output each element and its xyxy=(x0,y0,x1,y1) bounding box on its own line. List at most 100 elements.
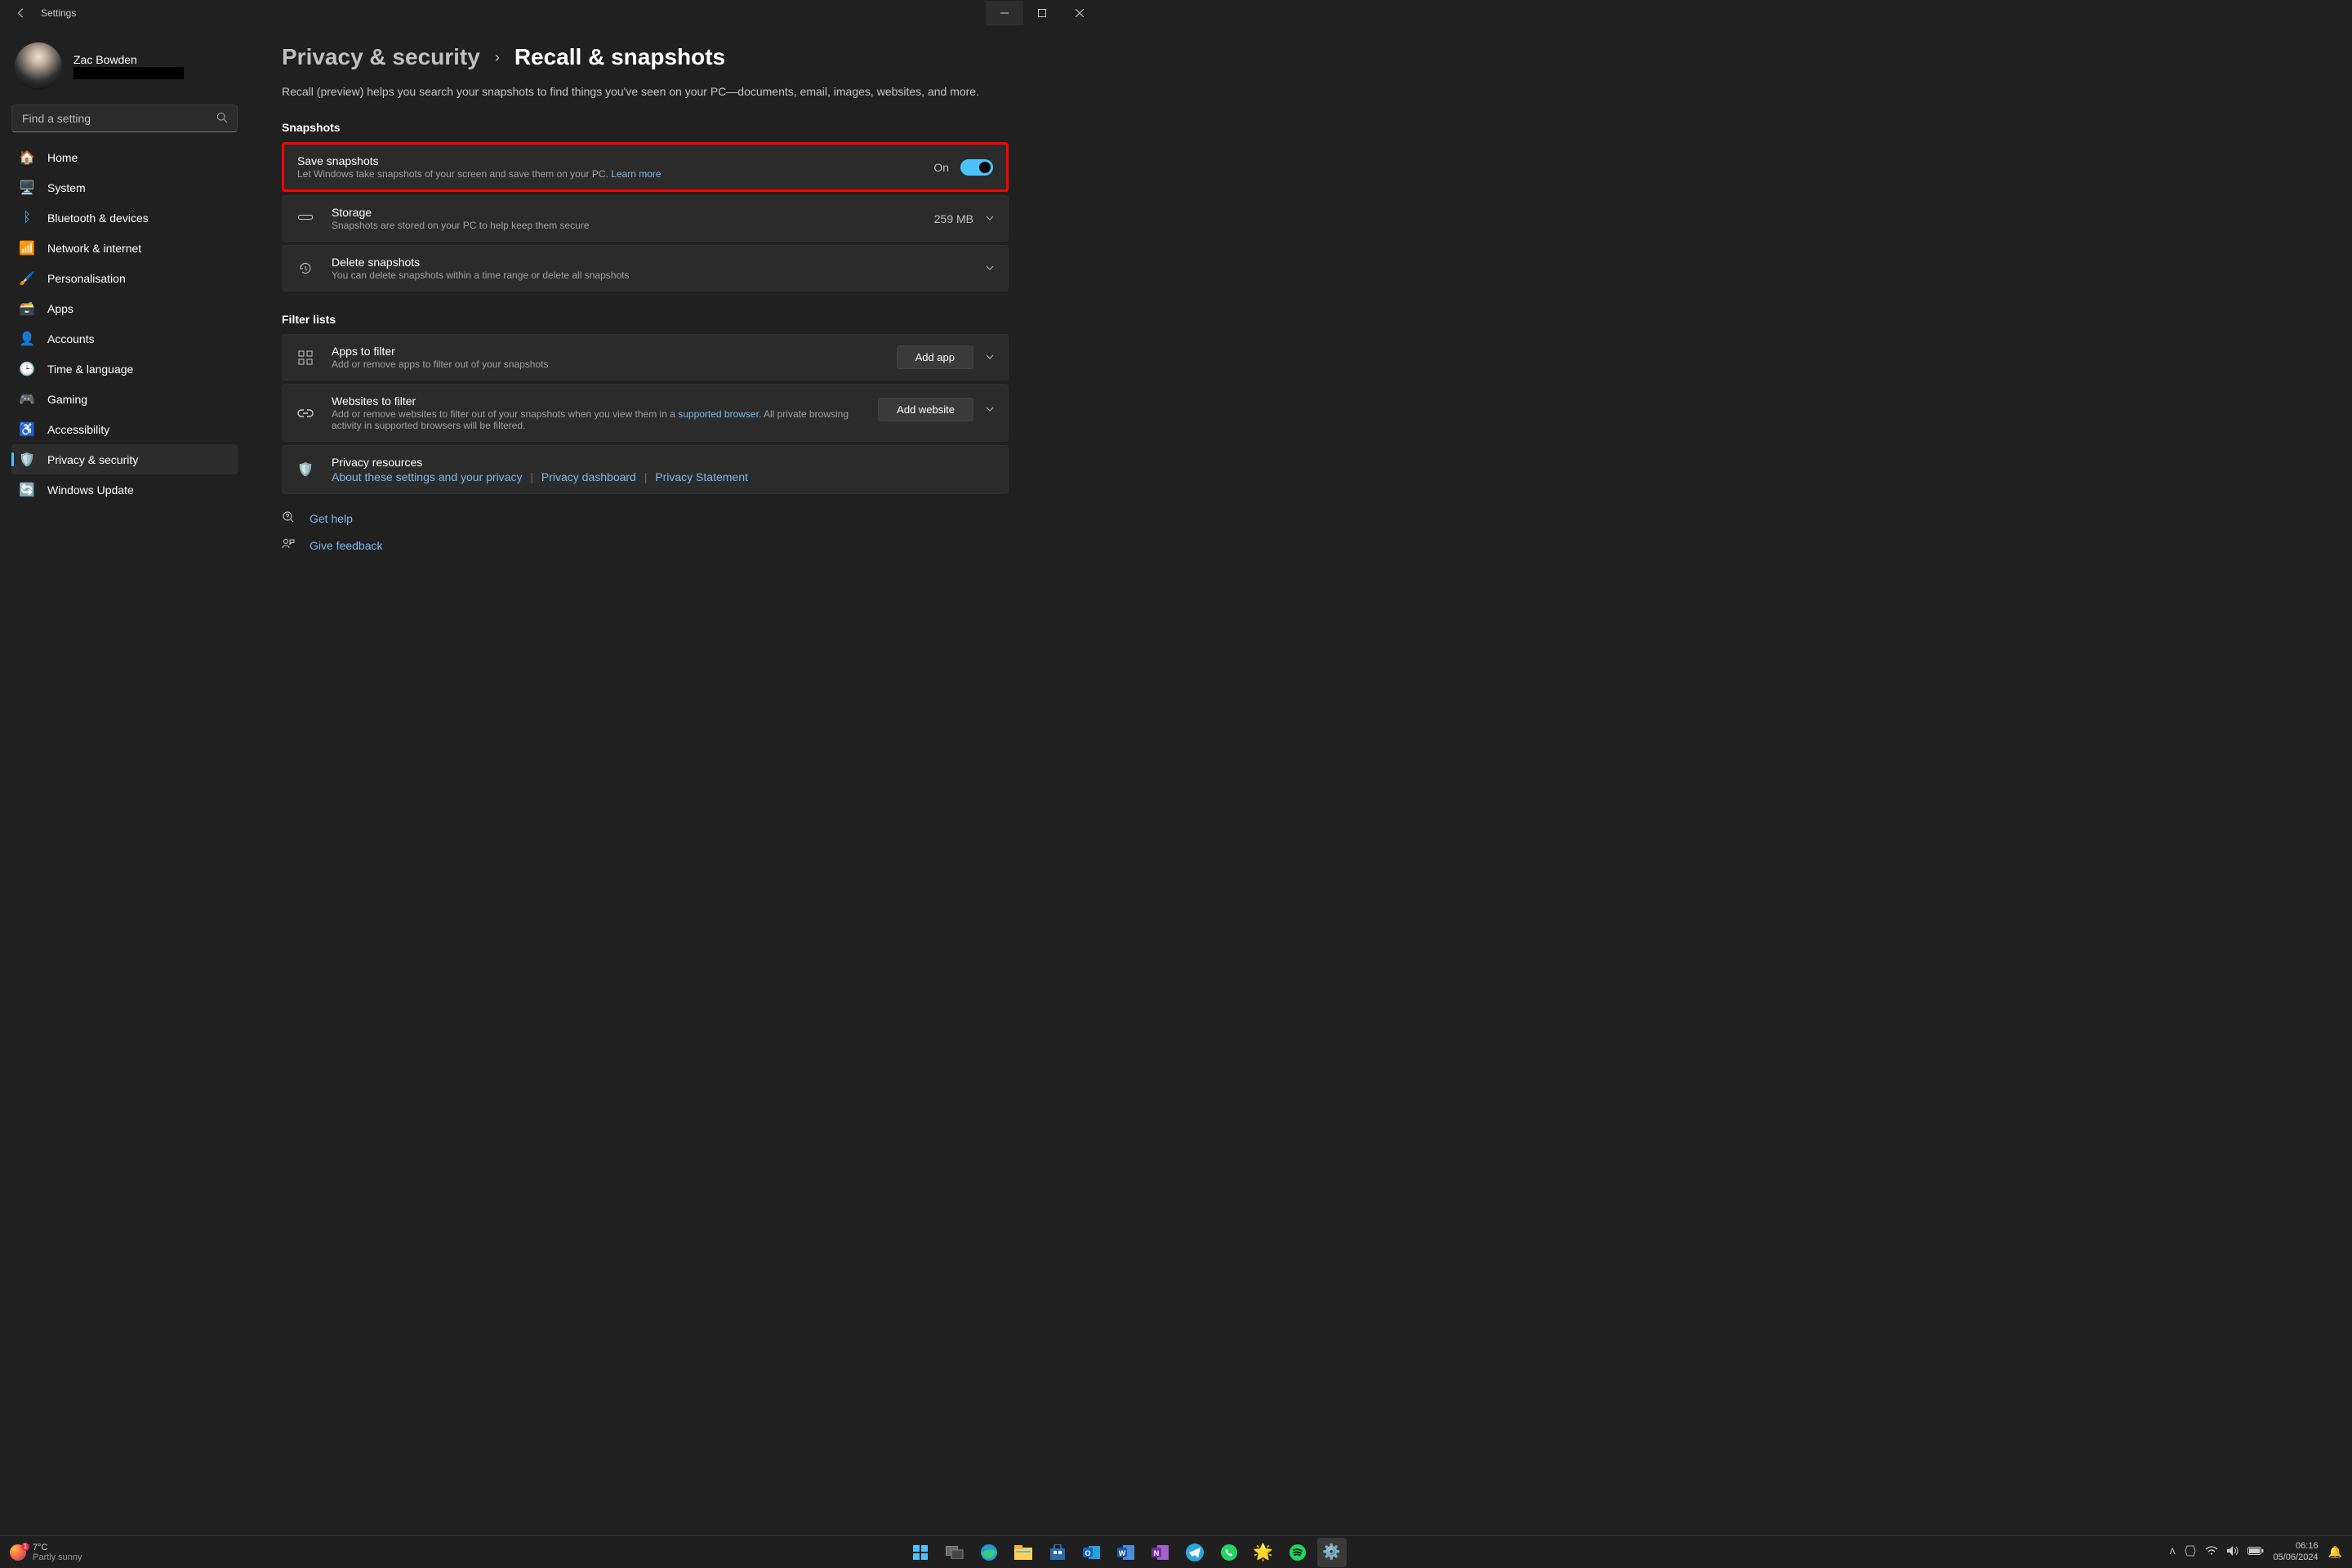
nav-system[interactable]: 🖥️ System xyxy=(11,172,238,203)
weather-icon: 1 xyxy=(10,1544,26,1561)
nav-accounts[interactable]: 👤Accounts xyxy=(11,323,238,354)
delete-snapshots-sub: You can delete snapshots within a time r… xyxy=(332,270,969,281)
edge-icon[interactable] xyxy=(974,1538,1004,1567)
svg-text:O: O xyxy=(1085,1549,1090,1557)
learn-more-link[interactable]: Learn more xyxy=(611,168,661,180)
nav-windows-update[interactable]: 🔄Windows Update xyxy=(11,474,238,505)
nav-bluetooth[interactable]: ᛒBluetooth & devices xyxy=(11,203,238,233)
get-help-link[interactable]: Get help xyxy=(282,510,1009,526)
apps-grid-icon xyxy=(296,350,315,365)
supported-browser-link[interactable]: supported browser xyxy=(678,408,759,420)
minimize-button[interactable] xyxy=(986,1,1023,25)
taskbar: 1 7°C Partly sunny O W N 🌟 ⚙️ ᐱ 06:16 xyxy=(0,1535,2352,1568)
shield-icon: 🛡️ xyxy=(20,452,34,467)
sidebar: Zac Bowden 🏠 Home 🖥️ System ᛒBluetooth & d… xyxy=(0,26,249,700)
nav-label: Apps xyxy=(47,302,74,315)
home-icon: 🏠 xyxy=(20,150,34,165)
privacy-resources-card: 🛡️ Privacy resources About these setting… xyxy=(282,445,1009,494)
nav-accessibility[interactable]: ♿Accessibility xyxy=(11,414,238,444)
wifi-icon: 📶 xyxy=(20,241,34,256)
save-snapshots-title: Save snapshots xyxy=(297,154,917,167)
nav-label: Privacy & security xyxy=(47,453,138,466)
window-title: Settings xyxy=(41,7,76,19)
storage-value: 259 MB xyxy=(934,212,973,225)
shield-icon: 🛡️ xyxy=(296,461,315,478)
link-icon xyxy=(296,408,315,418)
settings-taskbar-icon[interactable]: ⚙️ xyxy=(1317,1538,1347,1567)
websites-to-filter-card[interactable]: Websites to filter Add or remove website… xyxy=(282,384,1009,442)
nav-label: System xyxy=(47,181,86,194)
chevron-down-icon xyxy=(985,262,995,275)
maximize-button[interactable] xyxy=(1023,1,1061,25)
update-icon: 🔄 xyxy=(20,483,34,497)
breadcrumb-parent[interactable]: Privacy & security xyxy=(282,44,480,70)
search-icon xyxy=(216,112,228,126)
telegram-icon[interactable] xyxy=(1180,1538,1209,1567)
apps-to-filter-card[interactable]: Apps to filter Add or remove apps to fil… xyxy=(282,334,1009,381)
add-website-button[interactable]: Add website xyxy=(878,398,973,421)
nav-apps[interactable]: 🗃️ Apps xyxy=(11,293,238,323)
websites-filter-title: Websites to filter xyxy=(332,394,862,408)
section-title-snapshots: Snapshots xyxy=(282,121,1009,134)
give-feedback-link[interactable]: Give feedback xyxy=(282,537,1009,553)
about-settings-link[interactable]: About these settings and your privacy xyxy=(332,470,522,483)
toggle-state-label: On xyxy=(933,161,949,174)
nav-home[interactable]: 🏠 Home xyxy=(11,142,238,172)
nav-network[interactable]: 📶 Network & internet xyxy=(11,233,238,263)
main-content: Privacy & security › Recall & snapshots … xyxy=(249,26,1058,700)
breadcrumb: Privacy & security › Recall & snapshots xyxy=(282,44,1009,70)
nav-time-language[interactable]: 🕒Time & language xyxy=(11,354,238,384)
system-icon: 🖥️ xyxy=(20,180,34,195)
taskbar-weather[interactable]: 1 7°C Partly sunny xyxy=(10,1543,82,1562)
save-snapshots-sub: Let Windows take snapshots of your scree… xyxy=(297,168,917,180)
apps-filter-sub: Add or remove apps to filter out of your… xyxy=(332,359,880,370)
search-input[interactable] xyxy=(11,105,238,132)
delete-snapshots-card[interactable]: Delete snapshots You can delete snapshot… xyxy=(282,245,1009,292)
tray-overflow-icon[interactable]: ᐱ xyxy=(2170,1548,2176,1557)
back-button[interactable] xyxy=(13,5,29,21)
save-snapshots-toggle[interactable] xyxy=(960,159,993,176)
volume-tray-icon[interactable] xyxy=(2226,1545,2239,1559)
gamepad-icon: 🎮 xyxy=(20,392,34,407)
task-view-icon[interactable] xyxy=(940,1538,969,1567)
page-description: Recall (preview) helps you search your s… xyxy=(282,85,1009,98)
wifi-tray-icon[interactable] xyxy=(2205,1546,2218,1558)
outlook-icon[interactable]: O xyxy=(1077,1538,1107,1567)
nav-label: Personalisation xyxy=(47,272,126,285)
close-button[interactable] xyxy=(1061,1,1098,25)
delete-snapshots-title: Delete snapshots xyxy=(332,256,969,269)
nav-label: Network & internet xyxy=(47,242,141,255)
add-app-button[interactable]: Add app xyxy=(897,345,973,369)
nav-gaming[interactable]: 🎮Gaming xyxy=(11,384,238,414)
storage-card[interactable]: Storage Snapshots are stored on your PC … xyxy=(282,195,1009,242)
store-icon[interactable] xyxy=(1043,1538,1072,1567)
whatsapp-icon[interactable] xyxy=(1214,1538,1244,1567)
word-icon[interactable]: W xyxy=(1111,1538,1141,1567)
nav-privacy-security[interactable]: 🛡️ Privacy & security xyxy=(11,444,238,474)
weather-cond: Partly sunny xyxy=(33,1552,82,1562)
nav-label: Bluetooth & devices xyxy=(47,212,149,225)
nav-list: 🏠 Home 🖥️ System ᛒBluetooth & devices 📶 Net… xyxy=(11,142,238,505)
titlebar: Settings xyxy=(0,0,1098,26)
save-snapshots-card[interactable]: Save snapshots Let Windows take snapshot… xyxy=(282,142,1009,192)
taskbar-clock[interactable]: 06:16 05/06/2024 xyxy=(2274,1541,2319,1562)
nav-personalisation[interactable]: 🖌️Personalisation xyxy=(11,263,238,293)
privacy-dashboard-link[interactable]: Privacy dashboard xyxy=(541,470,636,483)
notifications-icon[interactable]: 🔔 xyxy=(2328,1545,2342,1559)
copilot-tray-icon[interactable] xyxy=(2184,1544,2197,1560)
apps-icon: 🗃️ xyxy=(20,301,34,316)
privacy-statement-link[interactable]: Privacy Statement xyxy=(655,470,748,483)
app-star-icon[interactable]: 🌟 xyxy=(1249,1538,1278,1567)
apps-filter-title: Apps to filter xyxy=(332,345,880,358)
onenote-icon[interactable]: N xyxy=(1146,1538,1175,1567)
spotify-icon[interactable] xyxy=(1283,1538,1312,1567)
explorer-icon[interactable] xyxy=(1009,1538,1038,1567)
nav-label: Home xyxy=(47,151,78,164)
system-tray[interactable]: ᐱ xyxy=(2170,1544,2264,1560)
start-button[interactable] xyxy=(906,1538,935,1567)
nav-label: Accessibility xyxy=(47,423,109,436)
feedback-icon xyxy=(282,537,296,553)
storage-sub: Snapshots are stored on your PC to help … xyxy=(332,220,918,231)
profile-block[interactable]: Zac Bowden xyxy=(11,26,238,105)
battery-tray-icon[interactable] xyxy=(2247,1546,2264,1558)
